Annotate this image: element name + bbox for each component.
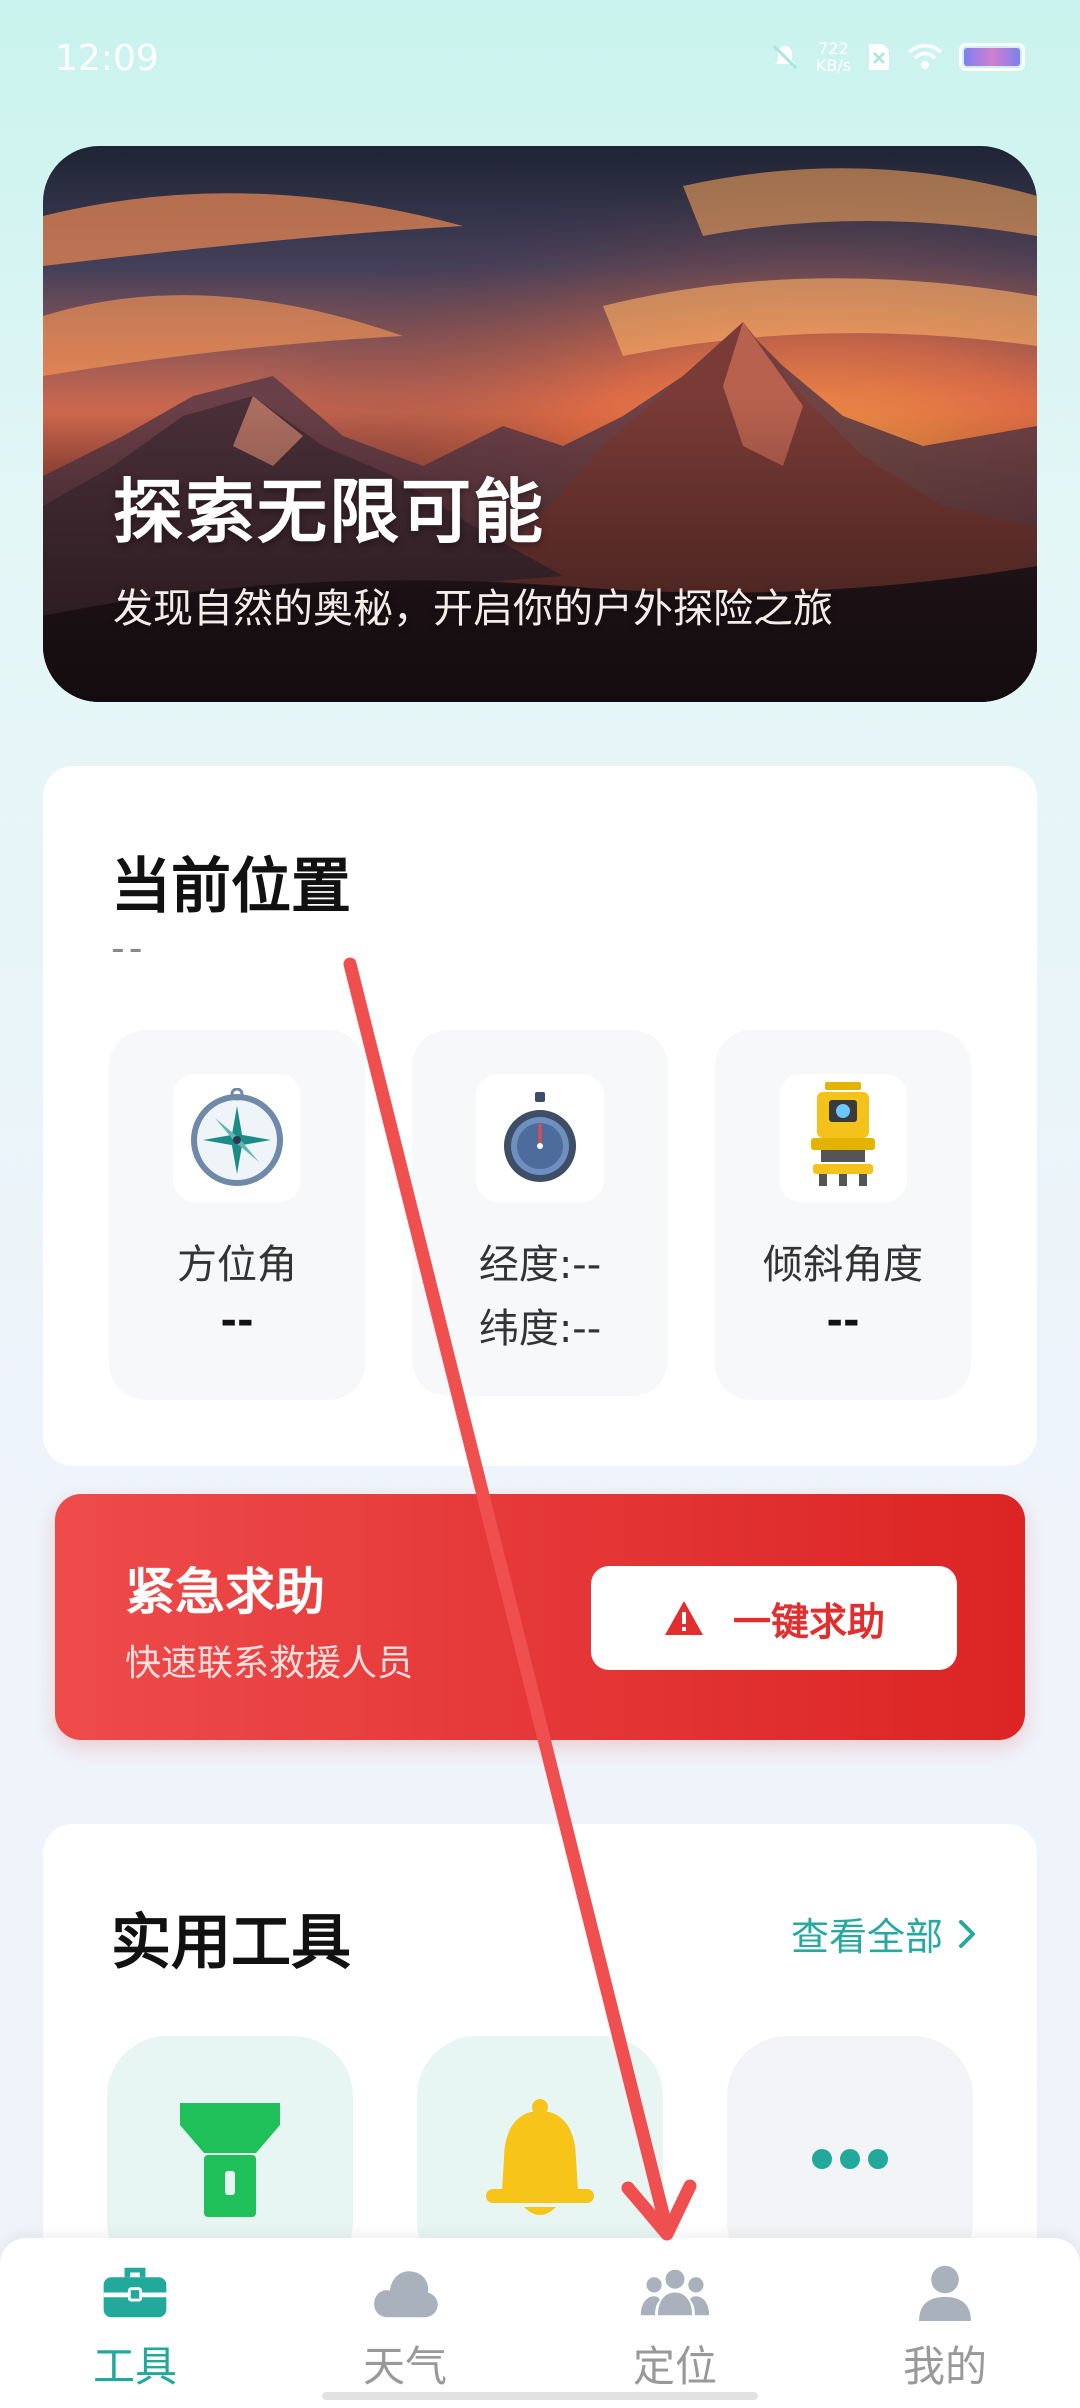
view-all-link[interactable]: 查看全部: [791, 1906, 977, 1961]
home-indicator[interactable]: [322, 2392, 758, 2400]
theodolite-icon: [779, 1074, 907, 1202]
toolbox-icon: [103, 2267, 167, 2318]
view-all-label: 查看全部: [790, 1915, 943, 1959]
sim-icon: [869, 44, 889, 70]
nav-label-mine: 我的: [902, 2342, 987, 2391]
stopwatch-icon: [476, 1074, 604, 1202]
longitude-label: 经度:--: [478, 1242, 602, 1288]
bell-icon: [486, 2099, 594, 2215]
person-icon: [919, 2265, 971, 2321]
bottom-nav: 工具 天气 定位 我的: [0, 2238, 1080, 2408]
status-bar: 12:09 722 KB/s: [0, 0, 1080, 120]
nav-label-tools: 工具: [92, 2342, 177, 2391]
status-icons: 722 KB/s: [770, 40, 1025, 74]
hero-subtitle: 发现自然的奥秘，开启你的户外探险之旅: [113, 586, 833, 632]
emergency-help-card: 紧急求助 快速联系救援人员 一键求助: [55, 1494, 1025, 1740]
nav-item-tools[interactable]: 工具: [35, 2264, 235, 2394]
network-speed: 722 KB/s: [815, 39, 851, 75]
warning-icon: [664, 1601, 703, 1635]
tilt-angle-value: --: [826, 1298, 860, 1344]
compass-icon: [173, 1074, 301, 1202]
nav-label-location: 定位: [632, 2342, 717, 2391]
wifi-icon: [907, 43, 943, 69]
mute-bell-icon: [772, 44, 797, 70]
battery-icon: [959, 43, 1025, 71]
one-click-help-label: 一键求助: [732, 1599, 885, 1644]
nav-item-location[interactable]: 定位: [575, 2264, 775, 2394]
nav-item-weather[interactable]: 天气: [305, 2264, 505, 2394]
azimuth-value: --: [220, 1298, 254, 1344]
nav-label-weather: 天气: [362, 2342, 447, 2391]
status-time: 12:09: [55, 38, 159, 79]
location-value: --: [111, 926, 147, 970]
more-icon: [812, 2149, 888, 2169]
people-icon: [640, 2269, 710, 2316]
tools-title: 实用工具: [111, 1908, 351, 1978]
tilt-angle-label: 倾斜角度: [763, 1242, 923, 1288]
location-title: 当前位置: [111, 852, 351, 922]
hero-title: 探索无限可能: [113, 471, 545, 553]
hero-banner[interactable]: 探索无限可能 发现自然的奥秘，开启你的户外探险之旅: [43, 146, 1037, 702]
flashlight-icon: [180, 2103, 280, 2217]
azimuth-label: 方位角: [177, 1242, 297, 1288]
current-location-card: 当前位置 -- 方位角 -- 经度:-- 纬度:-- 倾斜角度 --: [43, 766, 1037, 1466]
coordinates-tile[interactable]: 经度:-- 纬度:--: [412, 1030, 668, 1396]
cloud-icon: [374, 2271, 438, 2318]
emergency-subtitle: 快速联系救援人员: [125, 1643, 414, 1684]
one-click-help-button[interactable]: 一键求助: [591, 1566, 957, 1670]
latitude-label: 纬度:--: [478, 1306, 602, 1352]
chevron-right-icon: [959, 1919, 975, 1948]
tilt-angle-tile[interactable]: 倾斜角度 --: [715, 1030, 971, 1400]
nav-item-mine[interactable]: 我的: [845, 2264, 1045, 2394]
emergency-title: 紧急求助: [125, 1563, 325, 1621]
azimuth-tile[interactable]: 方位角 --: [109, 1030, 365, 1400]
